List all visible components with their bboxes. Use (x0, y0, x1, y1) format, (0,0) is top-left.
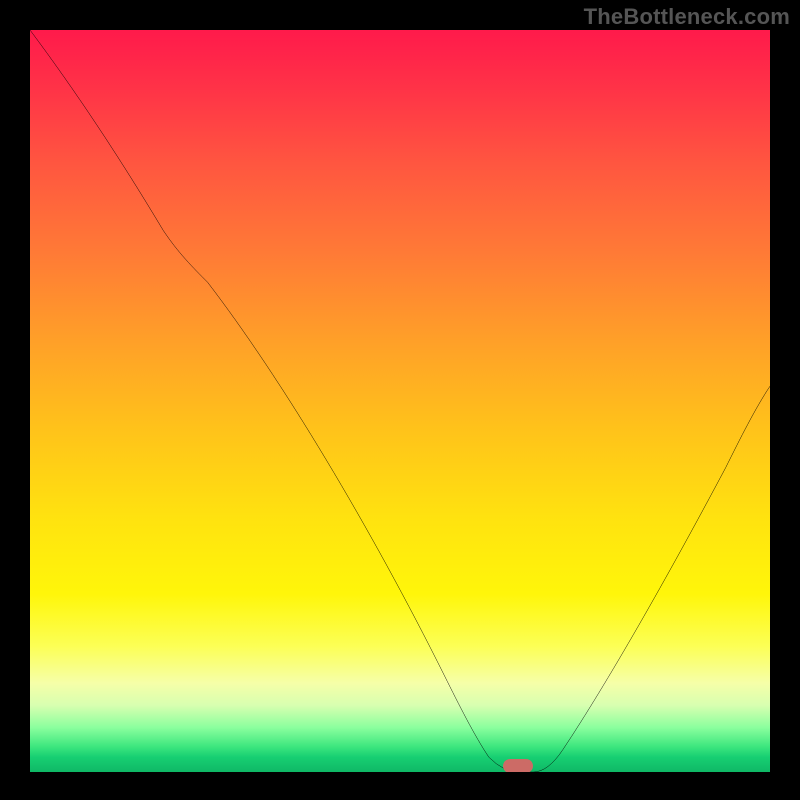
watermark-text: TheBottleneck.com (584, 4, 790, 30)
chart-frame: TheBottleneck.com (0, 0, 800, 800)
plot-area (30, 30, 770, 772)
gradient-background (30, 30, 770, 772)
min-marker (503, 759, 533, 772)
